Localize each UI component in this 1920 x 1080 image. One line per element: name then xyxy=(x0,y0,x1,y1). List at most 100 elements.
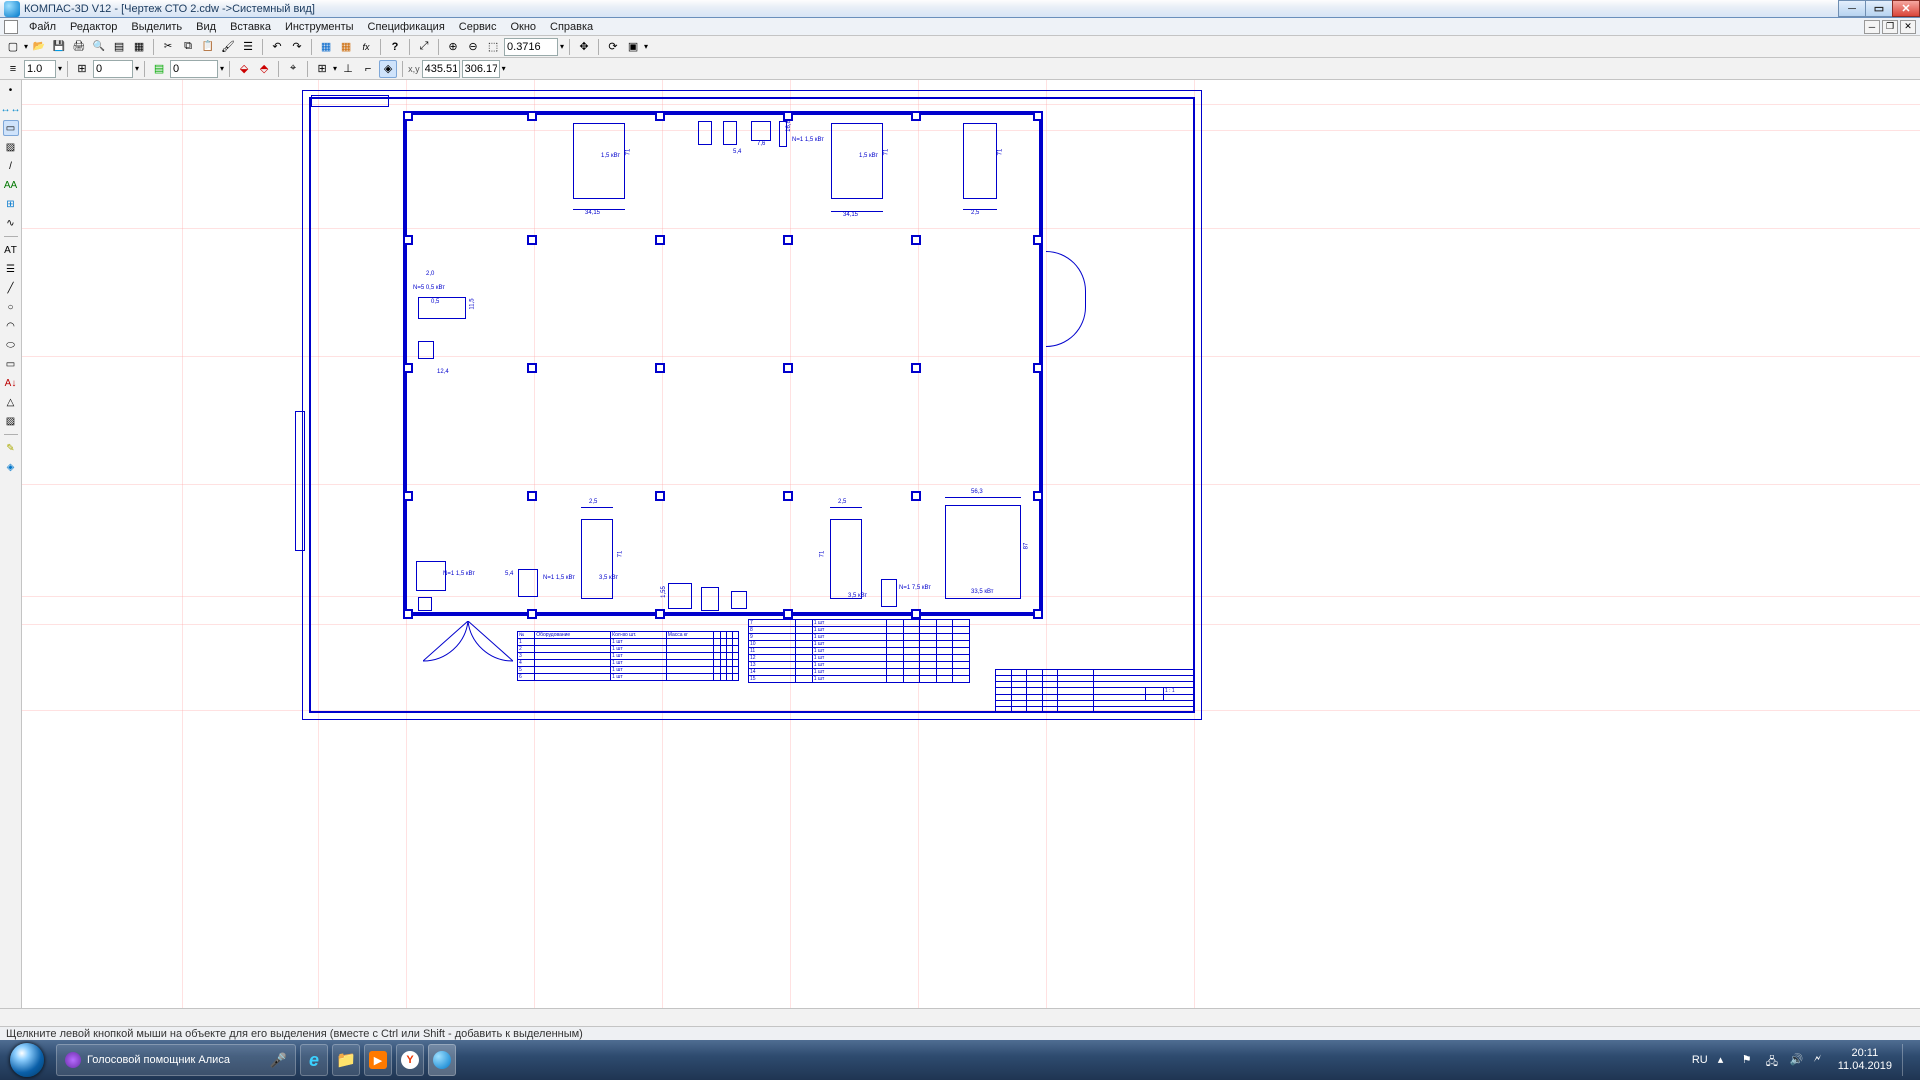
print-button[interactable] xyxy=(70,38,88,56)
task-kompas[interactable] xyxy=(428,1044,456,1076)
step-button[interactable]: ⊞ xyxy=(73,60,91,78)
round-button[interactable]: ⌐ xyxy=(359,60,377,78)
variables-button[interactable]: ▦ xyxy=(337,38,355,56)
maximize-button[interactable]: ▭ xyxy=(1865,0,1893,17)
line-tool[interactable] xyxy=(3,158,19,174)
zoom-value-input[interactable] xyxy=(504,38,558,56)
start-button[interactable] xyxy=(0,1040,54,1080)
text-tool[interactable]: A xyxy=(3,177,19,193)
context-help-button[interactable] xyxy=(386,38,404,56)
coord-x-input[interactable] xyxy=(422,60,460,78)
task-ie[interactable]: e xyxy=(300,1044,328,1076)
battery-icon[interactable]: 🗲 xyxy=(1814,1053,1828,1067)
edit-button[interactable]: ▭ xyxy=(3,120,19,136)
dim-label: 7,6 xyxy=(757,141,765,147)
clock[interactable]: 20:11 11.04.2019 xyxy=(1838,1047,1892,1073)
snap-mode-button[interactable]: ◈ xyxy=(379,60,397,78)
snap-disable-button[interactable]: ⬘ xyxy=(255,60,273,78)
designation-button[interactable] xyxy=(3,139,19,155)
copy-button[interactable] xyxy=(179,38,197,56)
undo-button[interactable] xyxy=(268,38,286,56)
library-button[interactable]: ▦ xyxy=(130,38,148,56)
zoom-out-button[interactable] xyxy=(464,38,482,56)
tool-rows[interactable]: ☰ xyxy=(3,261,19,277)
network-icon[interactable]: 🖧 xyxy=(1766,1053,1780,1067)
task-explorer[interactable]: 📁 xyxy=(332,1044,360,1076)
properties-button[interactable]: ☰ xyxy=(239,38,257,56)
tool-circle[interactable] xyxy=(3,299,19,315)
pan-button[interactable]: ✥ xyxy=(575,38,593,56)
mdi-minimize-button[interactable]: ─ xyxy=(1864,20,1880,34)
format-painter-button[interactable]: 🖌 xyxy=(219,38,237,56)
task-yandex[interactable]: Y xyxy=(396,1044,424,1076)
lang-indicator[interactable]: RU xyxy=(1692,1054,1708,1066)
save-button[interactable] xyxy=(50,38,68,56)
tool-leader[interactable]: △ xyxy=(3,394,19,410)
spline-tool[interactable]: ∿ xyxy=(3,215,19,231)
drawing-canvas[interactable]: 1,5 кВт 71 34,15 1,5 кВт 71 34,15 71 2,5… xyxy=(22,80,1920,1008)
new-button[interactable] xyxy=(4,38,22,56)
tool-measure[interactable]: ✎ xyxy=(3,440,19,456)
eq-label: N=1 7,5 кВт xyxy=(899,585,931,591)
open-button[interactable] xyxy=(30,38,48,56)
windows-button[interactable]: ▦ xyxy=(317,38,335,56)
menu-insert[interactable]: Вставка xyxy=(223,21,278,33)
menu-file[interactable]: Файл xyxy=(22,21,63,33)
volume-icon[interactable]: 🔊 xyxy=(1790,1053,1804,1067)
doc-manager-button[interactable]: ▤ xyxy=(110,38,128,56)
tool-ellipse[interactable]: ⬭ xyxy=(3,337,19,353)
tray-up-icon[interactable]: ▴ xyxy=(1718,1053,1732,1067)
line-style-button[interactable]: ≡ xyxy=(4,60,22,78)
equip-12 xyxy=(581,519,613,599)
menu-window[interactable]: Окно xyxy=(503,21,543,33)
task-media[interactable]: ▶ xyxy=(364,1044,392,1076)
dim-label: 16,8 xyxy=(786,120,792,132)
close-button[interactable]: ✕ xyxy=(1892,0,1920,17)
cut-button[interactable] xyxy=(159,38,177,56)
scale-input[interactable] xyxy=(24,60,56,78)
ortho-button[interactable]: ⊥ xyxy=(339,60,357,78)
layer-input[interactable] xyxy=(170,60,218,78)
mdi-close-button[interactable]: ✕ xyxy=(1900,20,1916,34)
flag-icon[interactable]: ⚑ xyxy=(1742,1053,1756,1067)
menu-service[interactable]: Сервис xyxy=(452,21,504,33)
grid-button[interactable]: ⊞ xyxy=(313,60,331,78)
tool-text2[interactable]: T xyxy=(3,242,19,258)
menu-help[interactable]: Справка xyxy=(543,21,600,33)
print-preview-button[interactable] xyxy=(90,38,108,56)
zoom-in-button[interactable] xyxy=(444,38,462,56)
menu-select[interactable]: Выделить xyxy=(124,21,189,33)
task-alice[interactable]: Голосовой помощник Алиса 🎤 xyxy=(56,1044,296,1076)
dimensions-button[interactable]: ↔ xyxy=(3,101,19,117)
menu-spec[interactable]: Спецификация xyxy=(361,21,452,33)
tool-hatch2[interactable]: ▨ xyxy=(3,413,19,429)
snap-enable-button[interactable]: ⬙ xyxy=(235,60,253,78)
zoom-window-button[interactable]: ⬚ xyxy=(484,38,502,56)
fx-button[interactable] xyxy=(357,38,375,56)
table-tool[interactable]: ⊞ xyxy=(3,196,19,212)
mdi-restore-button[interactable]: ❐ xyxy=(1882,20,1898,34)
drawing-sheet: 1,5 кВт 71 34,15 1,5 кВт 71 34,15 71 2,5… xyxy=(302,90,1202,720)
paste-button[interactable] xyxy=(199,38,217,56)
coord-y-input[interactable] xyxy=(462,60,500,78)
tool-rect[interactable]: ▭ xyxy=(3,356,19,372)
compact-panel: ↔ ▭ A ⊞ ∿ T ☰ ╱ ⬭ ▭ A↓ △ ▨ ✎ ◈ xyxy=(0,80,22,1008)
local-cs-button[interactable]: ⌖ xyxy=(284,60,302,78)
tool-axis[interactable]: ╱ xyxy=(3,280,19,296)
tool-param[interactable]: ◈ xyxy=(3,459,19,475)
menu-edit[interactable]: Редактор xyxy=(63,21,124,33)
redo-button[interactable] xyxy=(288,38,306,56)
show-desktop-button[interactable] xyxy=(1902,1044,1910,1076)
tool-annot[interactable]: A↓ xyxy=(3,375,19,391)
menu-tools[interactable]: Инструменты xyxy=(278,21,361,33)
geometry-button[interactable] xyxy=(3,82,19,98)
menu-view[interactable]: Вид xyxy=(189,21,223,33)
layer-manager-button[interactable]: ▤ xyxy=(150,60,168,78)
minimize-button[interactable]: ─ xyxy=(1838,0,1866,17)
rebuild-button[interactable]: ⟳ xyxy=(604,38,622,56)
equip-9 xyxy=(418,341,434,359)
zoom-fit-button[interactable] xyxy=(415,38,433,56)
tool-arc[interactable] xyxy=(3,318,19,334)
refresh-button[interactable]: ▣ xyxy=(624,38,642,56)
step-input[interactable] xyxy=(93,60,133,78)
